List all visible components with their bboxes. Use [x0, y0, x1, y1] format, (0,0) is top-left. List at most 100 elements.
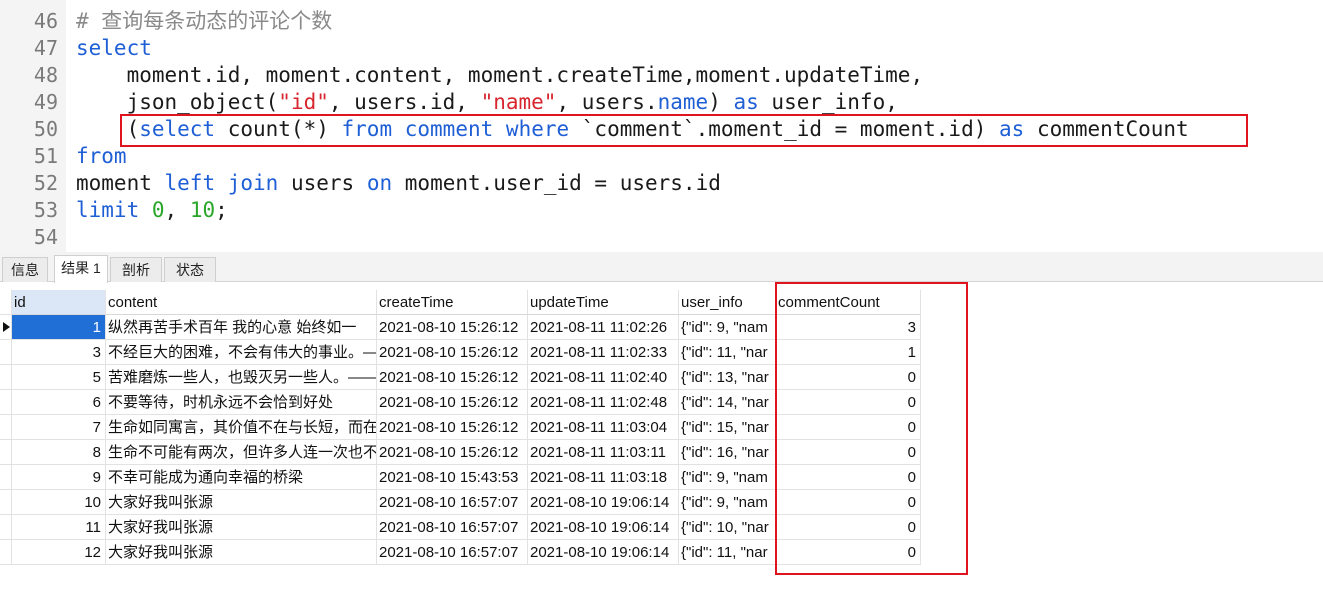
cell-createtime[interactable]: 2021-08-10 15:26:12 [377, 390, 528, 415]
cell-createtime[interactable]: 2021-08-10 15:26:12 [377, 440, 528, 465]
cell-id[interactable]: 9 [12, 465, 106, 490]
table-row[interactable]: 11 大家好我叫张源 2021-08-10 16:57:07 2021-08-10 1… [0, 515, 921, 540]
cell-content[interactable]: 不幸可能成为通向幸福的桥梁 [106, 465, 377, 490]
column-header-createtime[interactable]: createTime [377, 290, 528, 315]
cell-createtime[interactable]: 2021-08-10 15:26:12 [377, 315, 528, 340]
row-indicator[interactable] [0, 315, 12, 340]
cell-content[interactable]: 生命如同寓言，其价值不在与长短，而在 [106, 415, 377, 440]
cell-content[interactable]: 不要等待，时机永远不会恰到好处 [106, 390, 377, 415]
table-row[interactable]: 10 大家好我叫张源 2021-08-10 16:57:07 2021-08-10 1… [0, 490, 921, 515]
cell-user-info[interactable]: {"id": 14, "nar [679, 390, 776, 415]
table-row[interactable]: 6 不要等待，时机永远不会恰到好处 2021-08-10 15:26:12 2021-… [0, 390, 921, 415]
code-line[interactable]: 53 limit 0, 10; [0, 197, 1323, 224]
cell-user-info[interactable]: {"id": 10, "nar [679, 515, 776, 540]
cell-id[interactable]: 7 [12, 415, 106, 440]
cell-commentcount[interactable]: 0 [776, 415, 921, 440]
cell-id[interactable]: 1 [12, 315, 106, 340]
code-line[interactable]: 49 json_object("id", users.id, "name", u… [0, 89, 1323, 116]
cell-createtime[interactable]: 2021-08-10 15:26:12 [377, 415, 528, 440]
cell-updatetime[interactable]: 2021-08-11 11:02:48 [528, 390, 679, 415]
cell-user-info[interactable]: {"id": 9, "nam [679, 315, 776, 340]
table-row[interactable]: 12 大家好我叫张源 2021-08-10 16:57:07 2021-08-10 1… [0, 540, 921, 565]
cell-content[interactable]: 苦难磨炼一些人，也毁灭另一些人。—— [106, 365, 377, 390]
cell-user-info[interactable]: {"id": 11, "nar [679, 340, 776, 365]
tab-status[interactable]: 状态 [164, 257, 216, 282]
cell-createtime[interactable]: 2021-08-10 16:57:07 [377, 490, 528, 515]
sql-editor[interactable]: 46 # 查询每条动态的评论个数 47 select 48 moment.id, mom… [0, 0, 1323, 252]
cell-id[interactable]: 6 [12, 390, 106, 415]
cell-id[interactable]: 8 [12, 440, 106, 465]
code-line[interactable]: 54 [0, 224, 1323, 251]
code-line[interactable]: 51 from [0, 143, 1323, 170]
cell-user-info[interactable]: {"id": 16, "nar [679, 440, 776, 465]
cell-id[interactable]: 12 [12, 540, 106, 565]
cell-content[interactable]: 纵然再苦手术百年 我的心意 始终如一 [106, 315, 377, 340]
cell-commentcount[interactable]: 0 [776, 390, 921, 415]
cell-updatetime[interactable]: 2021-08-10 19:06:14 [528, 515, 679, 540]
cell-commentcount[interactable]: 0 [776, 540, 921, 565]
cell-user-info[interactable]: {"id": 9, "nam [679, 465, 776, 490]
tab-result-1[interactable]: 结果 1 [54, 255, 108, 283]
cell-updatetime[interactable]: 2021-08-11 11:02:33 [528, 340, 679, 365]
table-row[interactable]: 8 生命不可能有两次，但许多人连一次也不 2021-08-10 15:26:12 20… [0, 440, 921, 465]
column-header-commentcount[interactable]: commentCount [776, 290, 921, 315]
cell-updatetime[interactable]: 2021-08-10 19:06:14 [528, 540, 679, 565]
cell-id[interactable]: 3 [12, 340, 106, 365]
cell-commentcount[interactable]: 1 [776, 340, 921, 365]
cell-commentcount[interactable]: 3 [776, 315, 921, 340]
code-line[interactable]: 46 # 查询每条动态的评论个数 [0, 8, 1323, 35]
cell-user-info[interactable]: {"id": 13, "nar [679, 365, 776, 390]
cell-user-info[interactable]: {"id": 11, "nar [679, 540, 776, 565]
cell-user-info[interactable]: {"id": 9, "nam [679, 490, 776, 515]
cell-commentcount[interactable]: 0 [776, 440, 921, 465]
column-header-user-info[interactable]: user_info [679, 290, 776, 315]
cell-id[interactable]: 10 [12, 490, 106, 515]
row-indicator[interactable] [0, 515, 12, 540]
cell-content[interactable]: 大家好我叫张源 [106, 515, 377, 540]
row-indicator[interactable] [0, 440, 12, 465]
cell-content[interactable]: 大家好我叫张源 [106, 540, 377, 565]
cell-createtime[interactable]: 2021-08-10 15:26:12 [377, 365, 528, 390]
cell-createtime[interactable]: 2021-08-10 16:57:07 [377, 540, 528, 565]
cell-commentcount[interactable]: 0 [776, 515, 921, 540]
code-line[interactable]: 50 (select count(*) from comment where `… [0, 116, 1323, 143]
row-indicator[interactable] [0, 390, 12, 415]
cell-updatetime[interactable]: 2021-08-10 19:06:14 [528, 490, 679, 515]
row-indicator[interactable] [0, 415, 12, 440]
cell-content[interactable]: 生命不可能有两次，但许多人连一次也不 [106, 440, 377, 465]
cell-updatetime[interactable]: 2021-08-11 11:03:18 [528, 465, 679, 490]
cell-updatetime[interactable]: 2021-08-11 11:02:26 [528, 315, 679, 340]
table-row[interactable]: 9 不幸可能成为通向幸福的桥梁 2021-08-10 15:43:53 2021-08… [0, 465, 921, 490]
cell-content[interactable]: 大家好我叫张源 [106, 490, 377, 515]
cell-createtime[interactable]: 2021-08-10 16:57:07 [377, 515, 528, 540]
cell-commentcount[interactable]: 0 [776, 490, 921, 515]
table-row[interactable]: 7 生命如同寓言，其价值不在与长短，而在 2021-08-10 15:26:12 20… [0, 415, 921, 440]
code-line[interactable]: 47 select [0, 35, 1323, 62]
result-grid[interactable]: id content createTime updateTime user_in… [0, 290, 1323, 591]
cell-id[interactable]: 5 [12, 365, 106, 390]
cell-commentcount[interactable]: 0 [776, 465, 921, 490]
cell-createtime[interactable]: 2021-08-10 15:26:12 [377, 340, 528, 365]
cell-updatetime[interactable]: 2021-08-11 11:03:04 [528, 415, 679, 440]
cell-createtime[interactable]: 2021-08-10 15:43:53 [377, 465, 528, 490]
table-row[interactable]: 3 不经巨大的困难，不会有伟大的事业。— 2021-08-10 15:26:12 20… [0, 340, 921, 365]
cell-id[interactable]: 11 [12, 515, 106, 540]
row-indicator[interactable] [0, 540, 12, 565]
column-header-content[interactable]: content [106, 290, 377, 315]
cell-updatetime[interactable]: 2021-08-11 11:03:11 [528, 440, 679, 465]
column-header-updatetime[interactable]: updateTime [528, 290, 679, 315]
cell-updatetime[interactable]: 2021-08-11 11:02:40 [528, 365, 679, 390]
tab-info[interactable]: 信息 [2, 257, 48, 282]
code-line[interactable]: 48 moment.id, moment.content, moment.cre… [0, 62, 1323, 89]
cell-content[interactable]: 不经巨大的困难，不会有伟大的事业。— [106, 340, 377, 365]
row-indicator[interactable] [0, 340, 12, 365]
row-indicator[interactable] [0, 490, 12, 515]
cell-user-info[interactable]: {"id": 15, "nar [679, 415, 776, 440]
cell-commentcount[interactable]: 0 [776, 365, 921, 390]
row-indicator[interactable] [0, 365, 12, 390]
tab-profile[interactable]: 剖析 [110, 257, 162, 282]
row-indicator[interactable] [0, 465, 12, 490]
table-row[interactable]: 5 苦难磨炼一些人，也毁灭另一些人。—— 2021-08-10 15:26:12 20… [0, 365, 921, 390]
table-row[interactable]: 1 纵然再苦手术百年 我的心意 始终如一 2021-08-10 15:26:12 20… [0, 315, 921, 340]
column-header-id[interactable]: id [12, 290, 106, 315]
